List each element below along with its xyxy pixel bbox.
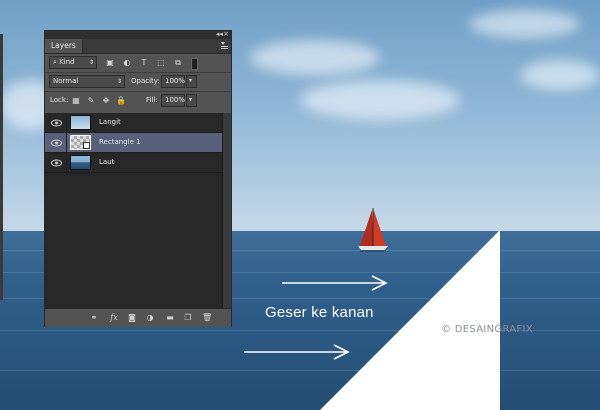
divider (45, 91, 231, 92)
lock-row: Lock: ▦ ✎ ✥ 🔒 Fill: 100% ▾ (45, 93, 231, 109)
filter-smartobject-icon[interactable]: ⧉ (173, 58, 183, 68)
right-arrow-icon (244, 344, 350, 360)
layers-panel: ◂◂ × Layers ⌕ Kind ⇕ ▣ ◐ T ⬚ ⧉ Normal ⇕ … (44, 30, 232, 327)
opacity-dropdown[interactable]: ▾ (186, 75, 197, 88)
layer-thumbnail (70, 135, 91, 150)
chevron-updown-icon: ⇕ (116, 78, 122, 85)
layers-list: Langit Rectangle 1 Laut (45, 113, 222, 308)
lock-transparent-icon[interactable]: ▦ (71, 96, 81, 106)
eye-icon[interactable] (51, 158, 62, 168)
new-layer-icon[interactable]: ❐ (183, 313, 193, 323)
blend-row: Normal ⇕ Opacity: 100% ▾ (45, 74, 231, 90)
filter-adjustment-icon[interactable]: ◐ (122, 58, 132, 68)
fill-dropdown[interactable]: ▾ (186, 94, 197, 107)
divider (66, 153, 67, 172)
layer-thumbnail (70, 155, 91, 170)
filter-type-icon[interactable]: T (139, 58, 149, 68)
layer-style-icon[interactable]: fx (109, 313, 119, 323)
layer-row-langit[interactable]: Langit (45, 113, 222, 133)
fill-input[interactable]: 100% (161, 94, 185, 107)
filter-toggle[interactable] (191, 58, 198, 70)
adjustment-layer-icon[interactable]: ◑ (145, 313, 155, 323)
add-mask-icon[interactable]: ◙ (127, 313, 137, 323)
eye-icon[interactable] (51, 138, 62, 148)
chevron-down-icon: ▾ (189, 96, 193, 103)
chevron-down-icon: ▾ (189, 77, 193, 84)
filter-shape-icon[interactable]: ⬚ (156, 58, 166, 68)
vector-mask-icon (83, 142, 90, 149)
watermark: © DESAINGRAFIX (441, 324, 533, 335)
lock-move-icon[interactable]: ✥ (101, 96, 111, 106)
collapse-icon[interactable]: ◂◂ (216, 30, 223, 38)
layer-row-rectangle-1[interactable]: Rectangle 1 (45, 133, 222, 153)
canvas-left-edge (0, 34, 3, 300)
layers-scrollbar[interactable] (222, 113, 231, 308)
instruction-text: Geser ke kanan (265, 304, 374, 321)
layer-name: Langit (99, 118, 121, 126)
blend-mode-select[interactable]: Normal ⇕ (49, 75, 125, 88)
layers-bottom-toolbar: ⚭ fx ◙ ◑ ▬ ❐ 🗑 (45, 308, 231, 327)
blend-mode-value: Normal (53, 77, 79, 85)
lock-all-icon[interactable]: 🔒 (116, 96, 126, 106)
layer-name: Rectangle 1 (99, 138, 141, 146)
tab-layers[interactable]: Layers (45, 39, 83, 53)
folder-icon[interactable]: ▬ (165, 313, 175, 323)
cloud (250, 40, 380, 75)
cloud (470, 10, 580, 38)
chevron-updown-icon: ⇕ (88, 59, 94, 66)
trash-icon[interactable]: 🗑 (202, 313, 212, 323)
right-arrow-icon (282, 275, 388, 291)
panel-menu-icon[interactable] (221, 42, 228, 49)
filter-kind-select[interactable]: ⌕ Kind ⇕ (49, 56, 97, 69)
fill-label: Fill: (146, 96, 158, 104)
panel-title-bar[interactable]: ◂◂ × (45, 30, 231, 39)
cloud (300, 80, 460, 120)
opacity-input[interactable]: 100% (161, 75, 185, 88)
lock-label: Lock: (50, 96, 69, 104)
layer-row-laut[interactable]: Laut (45, 153, 222, 173)
filter-pixel-icon[interactable]: ▣ (105, 58, 115, 68)
filter-row: ⌕ Kind ⇕ ▣ ◐ T ⬚ ⧉ (45, 55, 231, 71)
lock-brush-icon[interactable]: ✎ (86, 96, 96, 106)
cloud (520, 60, 600, 90)
layer-name: Laut (99, 158, 115, 166)
divider (45, 72, 231, 73)
close-icon[interactable]: × (223, 30, 229, 38)
wave-line (0, 370, 600, 371)
link-layers-icon[interactable]: ⚭ (89, 313, 99, 323)
eye-icon[interactable] (51, 118, 62, 128)
divider (66, 133, 67, 152)
opacity-label: Opacity: (131, 77, 160, 85)
panel-tab-bar: Layers (45, 39, 231, 54)
divider (66, 113, 67, 132)
layer-thumbnail (70, 115, 91, 130)
filter-kind-value: Kind (59, 58, 75, 66)
